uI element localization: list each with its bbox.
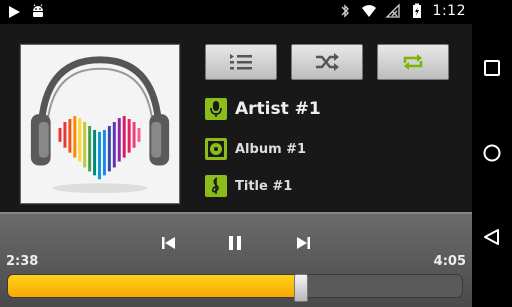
title-row: Title #1 — [205, 175, 292, 197]
wifi-icon — [361, 3, 377, 19]
artist-name: Artist #1 — [235, 99, 321, 119]
music-player: Artist #1 Album #1 Title #1 2:38 4:05 — [0, 24, 472, 307]
recent-apps-button[interactable] — [482, 58, 502, 78]
seek-thumb[interactable] — [294, 274, 309, 302]
playlist-icon — [230, 54, 252, 70]
headphones-heart-icon — [21, 45, 179, 203]
back-button[interactable] — [482, 227, 502, 247]
recent-apps-icon — [484, 60, 500, 76]
seek-bar[interactable] — [7, 274, 463, 298]
playback-panel: 2:38 4:05 — [0, 212, 472, 307]
shuffle-icon — [316, 53, 339, 71]
album-row: Album #1 — [205, 138, 306, 160]
track-title: Title #1 — [235, 178, 293, 194]
album-name: Album #1 — [235, 141, 307, 157]
skip-previous-icon — [162, 237, 175, 249]
bluetooth-icon — [337, 3, 353, 19]
microphone-icon — [205, 98, 227, 120]
status-time: 1:12 — [432, 3, 466, 19]
pause-icon — [229, 236, 241, 250]
album-art — [20, 44, 180, 204]
playlist-button[interactable] — [205, 44, 277, 80]
back-icon — [484, 229, 499, 245]
home-icon — [483, 144, 501, 162]
status-bar: 1:12 — [0, 0, 472, 24]
repeat-icon — [403, 54, 423, 70]
disc-icon — [205, 138, 227, 160]
next-button[interactable] — [292, 232, 314, 254]
treble-clef-icon — [205, 175, 227, 197]
pause-button[interactable] — [224, 232, 246, 254]
total-time: 4:05 — [433, 254, 466, 269]
play-icon — [6, 4, 22, 20]
home-button[interactable] — [482, 143, 502, 163]
previous-button[interactable] — [158, 232, 180, 254]
repeat-button[interactable] — [377, 44, 449, 80]
current-time: 2:38 — [6, 254, 39, 269]
navigation-bar — [472, 0, 512, 307]
no-signal-icon — [384, 3, 401, 19]
android-icon — [30, 4, 46, 20]
artist-row: Artist #1 — [205, 98, 321, 120]
seek-progress — [8, 275, 301, 297]
shuffle-button[interactable] — [291, 44, 363, 80]
battery-charging-icon — [409, 3, 425, 19]
skip-next-icon — [297, 237, 310, 249]
